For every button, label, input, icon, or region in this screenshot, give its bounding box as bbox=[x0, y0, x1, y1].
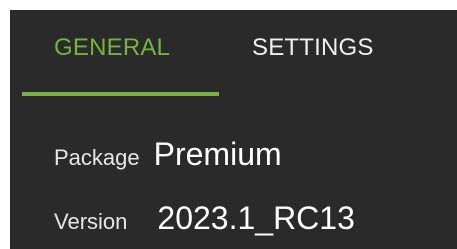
version-row: Version 2023.1_RC13 bbox=[54, 200, 355, 237]
about-panel: GENERAL SETTINGS Package Premium Version 2… bbox=[10, 10, 457, 249]
version-value: 2023.1_RC13 bbox=[157, 200, 355, 236]
tab-settings[interactable]: SETTINGS bbox=[252, 34, 374, 62]
package-row: Package Premium bbox=[54, 136, 282, 173]
active-tab-indicator bbox=[22, 92, 219, 96]
tab-general[interactable]: GENERAL bbox=[54, 34, 170, 62]
package-value: Premium bbox=[153, 136, 282, 172]
package-label: Package bbox=[54, 145, 140, 170]
version-label: Version bbox=[54, 209, 128, 234]
